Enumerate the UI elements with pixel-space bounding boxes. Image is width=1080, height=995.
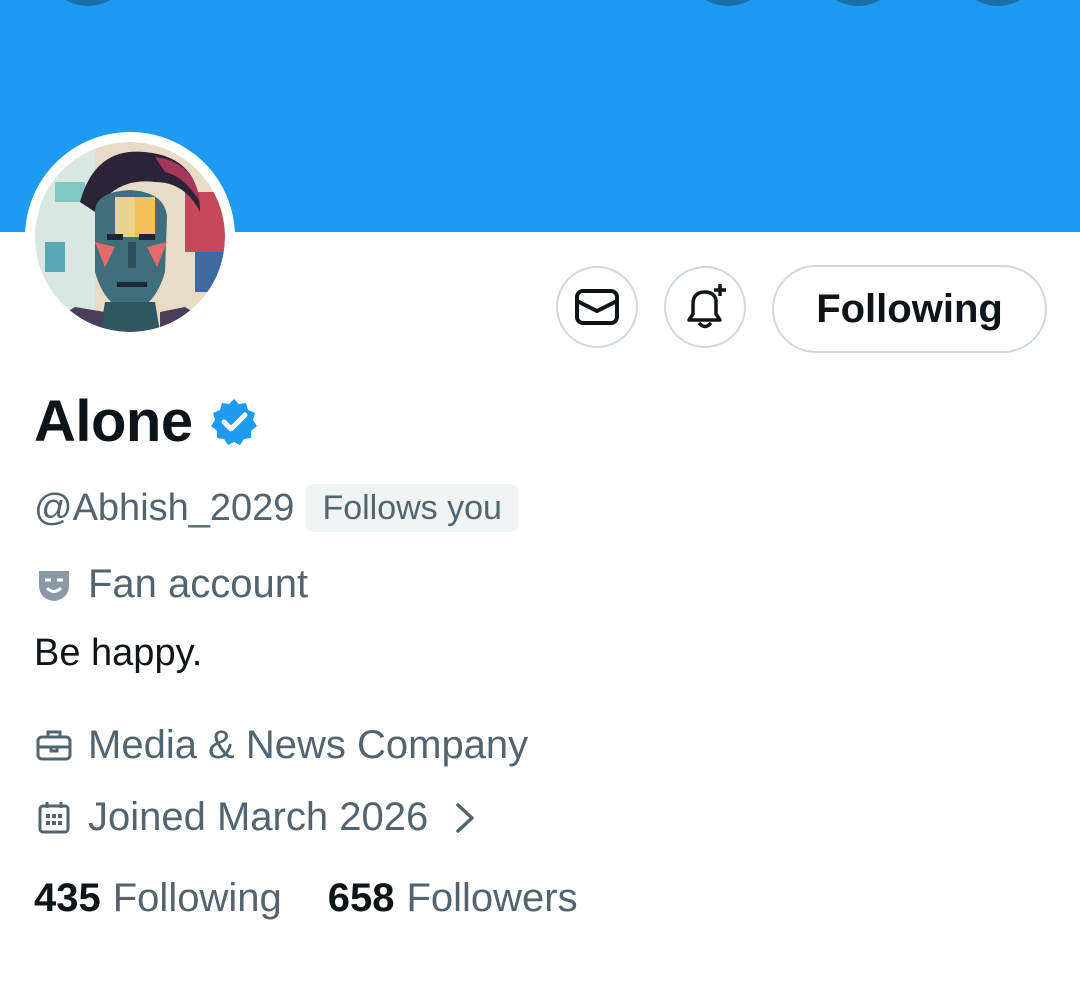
display-name: Alone [34, 389, 193, 454]
notifications-button[interactable] [664, 266, 746, 348]
handle-row: @Abhish_2029 Follows you [34, 484, 518, 532]
calendar-icon [34, 798, 74, 838]
professional-category-label: Media & News Company [88, 723, 529, 767]
category-row[interactable]: Fan account [34, 562, 308, 607]
more-button[interactable] [954, 0, 1042, 6]
following-button[interactable]: Following [772, 265, 1047, 353]
follows-you-badge: Follows you [306, 484, 518, 532]
following-count: 435 [34, 876, 101, 920]
professional-category-row[interactable]: Media & News Company [34, 723, 528, 768]
avatar[interactable] [35, 142, 225, 332]
briefcase-icon [34, 726, 74, 766]
joined-label: Joined March 2026 [88, 795, 429, 839]
share-button[interactable] [814, 0, 902, 6]
name-row: Alone [34, 388, 259, 455]
bell-plus-icon [687, 284, 726, 329]
category-label: Fan account [88, 562, 309, 606]
message-button[interactable] [556, 266, 638, 348]
followers-label: Followers [406, 876, 578, 920]
avatar-image [35, 142, 225, 332]
back-button[interactable] [44, 0, 132, 6]
following-stat[interactable]: 435 Following [34, 876, 282, 921]
following-label: Following [112, 876, 282, 920]
bio: Be happy. [34, 632, 203, 674]
verified-badge-icon[interactable] [209, 397, 259, 447]
search-button[interactable] [684, 0, 772, 6]
followers-stat[interactable]: 658 Followers [328, 876, 578, 921]
joined-row[interactable]: Joined March 2026 [34, 795, 480, 840]
handle: @Abhish_2029 [34, 486, 295, 529]
envelope-icon [575, 289, 619, 325]
profile-page: Following Alone @Abhish_2029 Follows you… [0, 0, 1080, 995]
follow-stats: 435 Following 658 Followers [34, 876, 578, 921]
chevron-right-icon[interactable] [450, 801, 480, 835]
theater-mask-icon [34, 565, 74, 605]
followers-count: 658 [327, 876, 395, 920]
